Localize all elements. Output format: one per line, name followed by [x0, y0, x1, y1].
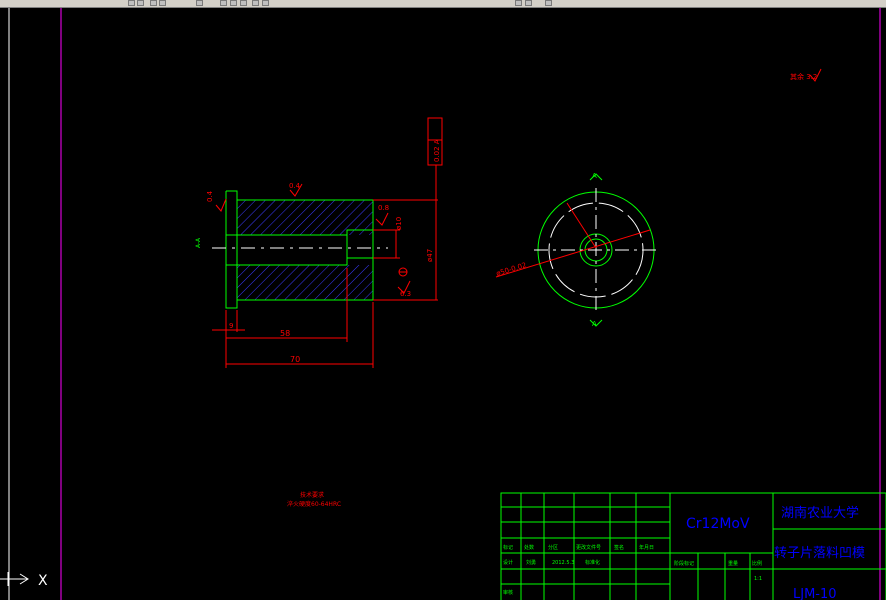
toolbar-button-8[interactable] [240, 0, 247, 6]
svg-text:58: 58 [280, 329, 290, 338]
svg-text:设计: 设计 [503, 559, 513, 566]
svg-text:0.02 A: 0.02 A [433, 139, 441, 162]
svg-text:0.8: 0.8 [378, 204, 389, 212]
svg-text:年月日: 年月日 [639, 544, 654, 551]
toolbar-button-3[interactable] [150, 0, 157, 6]
svg-text:处数: 处数 [524, 544, 534, 551]
other-finish: 其余 3.2 [790, 68, 822, 82]
section-view: A-A 0.4 0.4 0.8 6.3 ø10 ø47 0.02 A 9 58 … [195, 117, 443, 368]
ucs-x-label: X [38, 573, 48, 589]
svg-text:2012.5.3: 2012.5.3 [552, 560, 574, 566]
dia-large-label: ø47 [426, 249, 434, 262]
toolbar-button-10[interactable] [262, 0, 269, 6]
svg-text:标准化: 标准化 [585, 559, 600, 566]
svg-text:签名: 签名 [614, 544, 624, 551]
toolbar [0, 0, 886, 8]
svg-text:0.4: 0.4 [206, 190, 214, 202]
svg-text:刘勇: 刘勇 [526, 559, 536, 566]
svg-text:重量: 重量 [728, 560, 738, 567]
dia-outer-label: ø50-0.02 [495, 261, 527, 278]
toolbar-button-9[interactable] [252, 0, 259, 6]
toolbar-button-11[interactable] [515, 0, 522, 6]
svg-text:阶段标记: 阶段标记 [674, 560, 694, 567]
toolbar-button-6[interactable] [220, 0, 227, 6]
svg-text:更改文件号: 更改文件号 [576, 544, 601, 551]
toolbar-button-4[interactable] [159, 0, 166, 6]
toolbar-button-12[interactable] [525, 0, 532, 6]
svg-text:分区: 分区 [548, 544, 558, 551]
dia-small-label: ø10 [395, 217, 403, 230]
toolbar-button-5[interactable] [196, 0, 203, 6]
svg-text:审核: 审核 [503, 589, 513, 596]
part-name-label: 转子片落料凹模 [774, 546, 865, 561]
svg-text:6.3: 6.3 [400, 290, 411, 298]
svg-text:淬火硬度60-64HRC: 淬火硬度60-64HRC [287, 500, 341, 508]
svg-text:其余 3.2: 其余 3.2 [790, 72, 817, 81]
drawing-canvas[interactable]: X A-A 0.4 0.4 0.8 6.3 ø10 ø47 0.02 A 9 5… [0, 8, 886, 600]
toolbar-button-13[interactable] [545, 0, 552, 6]
datum-mark: A-A [195, 237, 202, 248]
svg-text:1:1: 1:1 [754, 576, 762, 582]
ucs-icon: X [0, 572, 48, 589]
material-label: Cr12MoV [686, 516, 750, 532]
drawing-no-label: LJM-10 [793, 587, 837, 600]
svg-text:0.4: 0.4 [289, 182, 301, 190]
toolbar-button-1[interactable] [128, 0, 135, 6]
svg-text:技术要求: 技术要求 [300, 491, 324, 499]
tech-notes: 技术要求 淬火硬度60-64HRC [287, 491, 341, 508]
svg-text:比例: 比例 [752, 560, 762, 567]
svg-text:70: 70 [290, 355, 300, 364]
svg-text:标记: 标记 [503, 544, 513, 551]
school-label: 湖南农业大学 [781, 505, 859, 521]
end-view: ø50-0.02 A A [495, 172, 658, 328]
toolbar-button-7[interactable] [230, 0, 237, 6]
toolbar-button-2[interactable] [137, 0, 144, 6]
svg-text:9: 9 [229, 322, 233, 330]
